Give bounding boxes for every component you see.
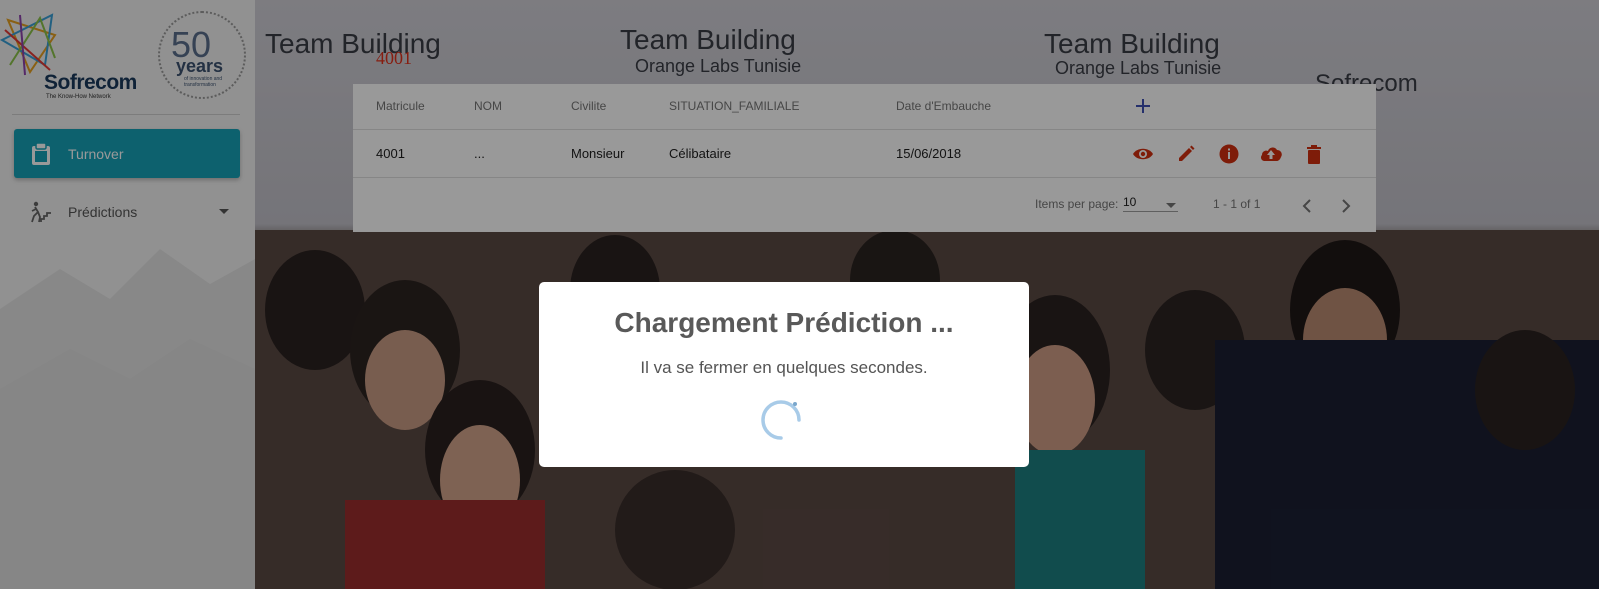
- dialog-message: Il va se fermer en quelques secondes.: [640, 358, 928, 377]
- loading-dialog: Chargement Prédiction ... Il va se ferme…: [539, 282, 1029, 467]
- dialog-title: Chargement Prédiction ...: [614, 307, 954, 338]
- loading-spinner-icon: [761, 400, 801, 440]
